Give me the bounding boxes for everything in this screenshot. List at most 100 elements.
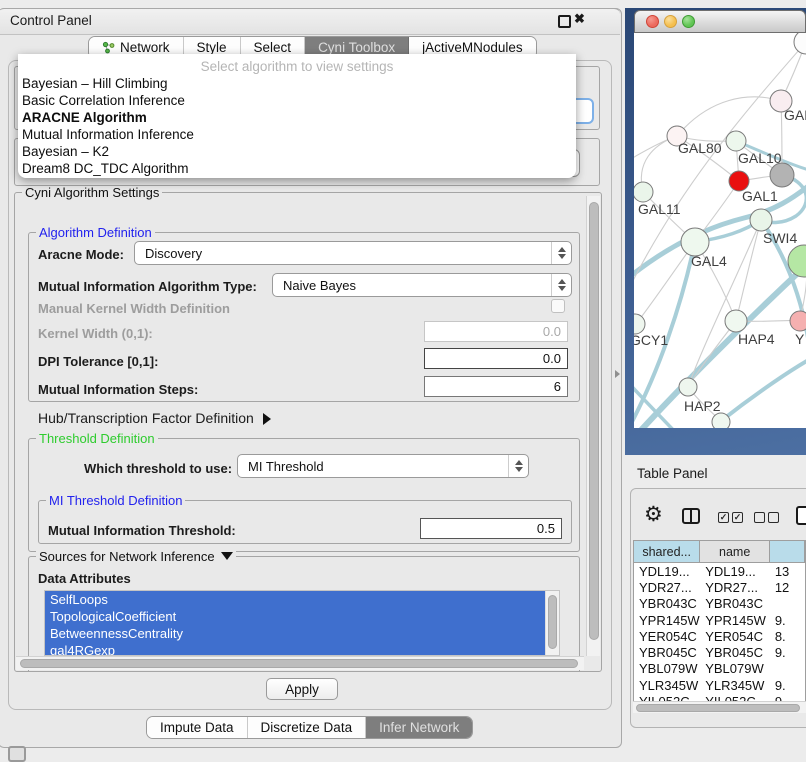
- sources-legend[interactable]: Sources for Network Inference: [36, 550, 236, 564]
- bottom-tab-discretize-data[interactable]: Discretize Data: [248, 717, 367, 738]
- cyni-algorithm-settings-legend: Cyni Algorithm Settings: [22, 186, 162, 200]
- table-horizontal-scrollbar-thumb[interactable]: [636, 704, 800, 712]
- kernel-width-field[interactable]: 0.0: [424, 321, 568, 342]
- close-traffic-light-icon[interactable]: [646, 15, 659, 28]
- table-row[interactable]: YBL079WYBL079W: [634, 661, 805, 677]
- list-scrollbar-thumb[interactable]: [548, 595, 557, 649]
- data-attribute-gal4rgexp[interactable]: gal4RGexp: [45, 642, 546, 656]
- table-panel-title: Table Panel: [637, 466, 708, 481]
- float-window-icon[interactable]: [558, 15, 571, 28]
- dpi-tolerance-value: 0.0: [543, 351, 561, 366]
- data-attribute-betweennesscentrality[interactable]: BetweennessCentrality: [45, 625, 546, 642]
- network-node[interactable]: [794, 33, 806, 54]
- apply-button[interactable]: Apply: [266, 678, 338, 700]
- split-columns-icon[interactable]: [682, 508, 700, 524]
- bottom-tab-infer-network[interactable]: Infer Network: [366, 717, 472, 738]
- node-label-swi4: SWI4: [763, 230, 797, 246]
- table-cell: 9: [770, 694, 805, 701]
- algorithm-definition-legend: Algorithm Definition: [36, 226, 155, 240]
- column-header-partial[interactable]: [770, 541, 805, 562]
- algorithm-option-mutual-information-inference[interactable]: Mutual Information Inference: [22, 127, 194, 142]
- table-row[interactable]: YPR145WYPR145W9.: [634, 612, 805, 628]
- network-node-gal4[interactable]: [681, 228, 709, 256]
- mi-steps-label: Mutual Information Steps:: [38, 382, 198, 397]
- settings-vertical-scrollbar-thumb[interactable]: [589, 202, 599, 640]
- network-node-gal10[interactable]: [726, 131, 746, 151]
- table-cell: YIL052C: [634, 694, 700, 701]
- close-panel-icon[interactable]: ✖: [574, 11, 585, 27]
- data-attributes-list[interactable]: SelfLoopsTopologicalCoefficientBetweenne…: [44, 590, 560, 656]
- table-horizontal-scrollbar[interactable]: [633, 701, 806, 713]
- table-row[interactable]: YIL052CYIL052C9: [634, 693, 805, 701]
- bottom-tab-impute-data[interactable]: Impute Data: [147, 717, 248, 738]
- threshold-definition-legend: Threshold Definition: [36, 432, 158, 446]
- mi-threshold-field[interactable]: 0.5: [420, 518, 562, 539]
- network-node-swi4[interactable]: [750, 209, 772, 231]
- settings-gear-icon[interactable]: ⚙: [644, 504, 663, 525]
- mi-algorithm-type-value: Naive Bayes: [283, 278, 356, 293]
- list-vertical-scrollbar[interactable]: [545, 591, 559, 656]
- settings-horizontal-scrollbar-thumb[interactable]: [20, 659, 578, 668]
- column-header-name[interactable]: name: [700, 541, 770, 562]
- table-cell: YDL19...: [700, 564, 770, 579]
- table-cell: YDL19...: [634, 564, 700, 579]
- node-label-gal80: GAL80: [678, 140, 722, 156]
- network-node-hap2[interactable]: [679, 378, 697, 396]
- table-row[interactable]: YBR045CYBR045C9.: [634, 644, 805, 660]
- node-label-gal10: GAL10: [738, 150, 782, 166]
- table-cell: YLR345W: [634, 678, 700, 693]
- dpi-tolerance-field[interactable]: 0.0: [424, 348, 568, 369]
- network-icon: [102, 41, 115, 54]
- mi-steps-field[interactable]: 6: [424, 376, 568, 397]
- zoom-traffic-light-icon[interactable]: [682, 15, 695, 28]
- table-cell: YBR043C: [634, 596, 700, 611]
- algorithm-option-bayesian-k2[interactable]: Bayesian – K2: [22, 144, 109, 159]
- minimized-panel-icon[interactable]: [8, 746, 26, 762]
- data-attribute-topologicalcoefficient[interactable]: TopologicalCoefficient: [45, 608, 546, 625]
- network-node-hap4[interactable]: [725, 310, 747, 332]
- mi-algorithm-type-combo[interactable]: Naive Bayes: [272, 273, 572, 297]
- table-row[interactable]: YER054CYER054C8.: [634, 628, 805, 644]
- table-cell: 8.: [770, 629, 805, 644]
- network-node[interactable]: [770, 163, 794, 187]
- network-node-y[interactable]: [790, 311, 806, 331]
- node-label-gal1: GAL1: [742, 188, 778, 204]
- aracne-mode-value: Discovery: [145, 246, 202, 261]
- dpi-tolerance-label: DPI Tolerance [0,1]:: [38, 354, 158, 369]
- column-header-shared[interactable]: shared...: [634, 541, 700, 562]
- node-label-gcy1: GCY1: [634, 332, 668, 348]
- which-threshold-combo[interactable]: MI Threshold: [237, 454, 529, 478]
- aracne-mode-label: Aracne Mode:: [38, 247, 124, 262]
- table-row[interactable]: YBR043CYBR043C: [634, 596, 805, 612]
- network-window-titlebar[interactable]: [634, 10, 806, 33]
- minimize-traffic-light-icon[interactable]: [664, 15, 677, 28]
- node-table[interactable]: shared...name YDL19...YDL19...13YDR27...…: [633, 540, 806, 701]
- algorithm-option-basic-correlation-inference[interactable]: Basic Correlation Inference: [22, 93, 185, 108]
- node-label-gal11: GAL11: [638, 201, 681, 217]
- hub-factor-expander[interactable]: Hub/Transcription Factor Definition: [38, 410, 271, 426]
- expander-collapsed-icon: [263, 413, 271, 425]
- algorithm-option-aracne-algorithm[interactable]: ARACNE Algorithm: [22, 110, 147, 125]
- table-row[interactable]: YLR345WYLR345W9.: [634, 677, 805, 693]
- table-cell: YIL052C: [700, 694, 770, 701]
- settings-horizontal-scrollbar[interactable]: [16, 656, 584, 670]
- manual-kernel-width-checkbox[interactable]: [551, 299, 565, 313]
- data-attribute-selfloops[interactable]: SelfLoops: [45, 591, 546, 608]
- algorithm-option-bayesian-hill-climbing[interactable]: Bayesian – Hill Climbing: [22, 76, 168, 91]
- deselect-all-checkboxes-icon[interactable]: [754, 512, 779, 523]
- select-all-checkboxes-icon[interactable]: ✓✓: [718, 512, 743, 523]
- settings-vertical-scrollbar[interactable]: [586, 196, 600, 656]
- table-row[interactable]: YDL19...YDL19...13: [634, 563, 805, 579]
- network-node-gcy1[interactable]: [634, 314, 645, 334]
- control-panel-titlebar[interactable]: [0, 8, 620, 35]
- bottom-tab-infer-network-label: Infer Network: [379, 720, 459, 735]
- network-canvas[interactable]: GALGAL80GAL10GAL1GAL11SWI4GAL4GCY1HAP4YH…: [634, 33, 806, 428]
- table-row[interactable]: YDR27...YDR27...12: [634, 579, 805, 595]
- algorithm-option-dream8-dc-tdc-algorithm[interactable]: Dream8 DC_TDC Algorithm: [22, 161, 189, 176]
- document-icon[interactable]: [796, 506, 806, 525]
- network-node[interactable]: [712, 413, 730, 428]
- node-label-y: Y: [795, 331, 805, 347]
- splitter-handle-icon[interactable]: [615, 370, 620, 378]
- network-node-gal11[interactable]: [634, 182, 653, 202]
- aracne-mode-combo[interactable]: Discovery: [134, 241, 572, 265]
